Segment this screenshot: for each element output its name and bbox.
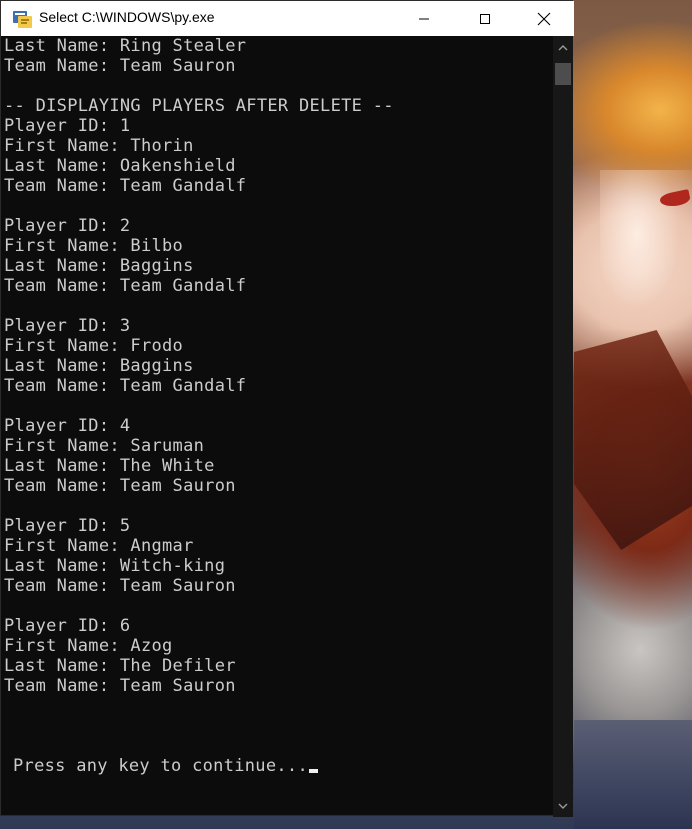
maximize-button[interactable]: [462, 1, 508, 36]
scroll-up-button[interactable]: [553, 38, 573, 58]
text-cursor: [308, 769, 318, 773]
close-icon: [537, 12, 551, 25]
console-line: Player ID: 3: [4, 316, 131, 336]
console-line: First Name: Thorin: [4, 136, 194, 156]
python-launcher-icon: [12, 8, 33, 29]
console-line: Player ID: 5: [4, 516, 131, 536]
minimize-button[interactable]: [401, 1, 447, 36]
console-line: First Name: Azog: [4, 636, 173, 656]
scroll-down-button[interactable]: [553, 796, 573, 816]
console-line: Team Name: Team Gandalf: [4, 176, 247, 196]
console-line: Last Name: Oakenshield: [4, 156, 236, 176]
console-line: Team Name: Team Sauron: [4, 576, 236, 596]
window-title: Select C:\WINDOWS\py.exe: [39, 9, 215, 25]
continue-prompt-text: Press any key to continue...: [13, 756, 308, 776]
wallpaper-armor: [574, 720, 692, 829]
console-window[interactable]: Select C:\WINDOWS\py.exe Last Name: Ring…: [0, 0, 574, 817]
title-bar[interactable]: Select C:\WINDOWS\py.exe: [1, 1, 574, 36]
chevron-up-icon: [558, 45, 568, 51]
console-line: Team Name: Team Gandalf: [4, 276, 247, 296]
minimize-icon: [419, 18, 429, 19]
console-line: First Name: Angmar: [4, 536, 194, 556]
console-line: Last Name: Baggins: [4, 356, 194, 376]
close-button[interactable]: [521, 1, 567, 36]
continue-prompt: Press any key to continue...: [13, 756, 318, 776]
console-line: Team Name: Team Sauron: [4, 56, 236, 76]
console-line: Player ID: 6: [4, 616, 131, 636]
vertical-scrollbar[interactable]: [553, 36, 573, 817]
console-line: Last Name: Witch-king: [4, 556, 226, 576]
console-line: Team Name: Team Sauron: [4, 676, 236, 696]
console-line: -- DISPLAYING PLAYERS AFTER DELETE --: [4, 96, 394, 116]
console-line: First Name: Saruman: [4, 436, 205, 456]
console-output[interactable]: Last Name: Ring Stealer Team Name: Team …: [1, 36, 553, 817]
console-line: First Name: Frodo: [4, 336, 184, 356]
console-line: Last Name: The White: [4, 456, 215, 476]
maximize-icon: [480, 13, 490, 24]
console-line: Player ID: 2: [4, 216, 131, 236]
console-line: Last Name: Ring Stealer: [4, 36, 247, 56]
console-line: Last Name: Baggins: [4, 256, 194, 276]
console-line: First Name: Bilbo: [4, 236, 184, 256]
chevron-down-icon: [558, 803, 568, 809]
console-line: Player ID: 1: [4, 116, 131, 136]
console-line: Team Name: Team Sauron: [4, 476, 236, 496]
console-line: Player ID: 4: [4, 416, 131, 436]
scrollbar-thumb[interactable]: [555, 63, 571, 85]
console-line: Last Name: The Defiler: [4, 656, 236, 676]
console-line: Team Name: Team Gandalf: [4, 376, 247, 396]
